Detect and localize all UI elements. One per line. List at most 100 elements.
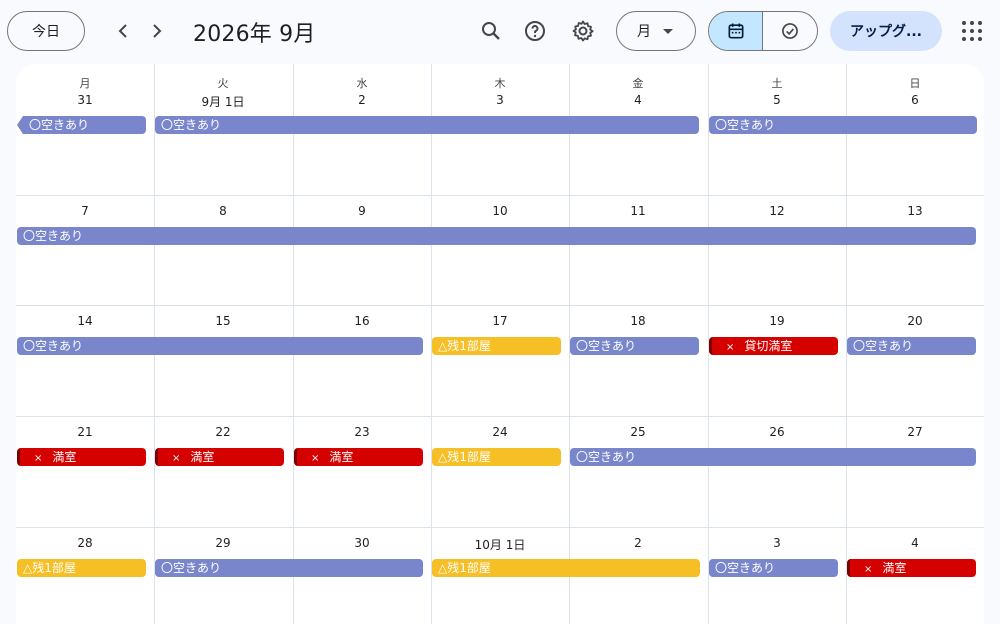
view-select-label: 月 (637, 24, 651, 40)
grid-row-divider (16, 416, 984, 417)
day-number[interactable]: 10月 1日 (431, 536, 569, 553)
full-mark-icon: × (864, 564, 873, 575)
event-chip-avail[interactable]: 〇空きあり (570, 448, 976, 466)
day-number[interactable]: 3 (431, 93, 569, 107)
day-number[interactable]: 23 (293, 425, 431, 439)
grid-row-divider (16, 195, 984, 196)
day-number[interactable]: 10 (431, 204, 569, 218)
calendar-icon (728, 23, 743, 39)
day-number[interactable]: 12 (708, 204, 846, 218)
event-label: 〇空きあり (161, 561, 222, 575)
day-number[interactable]: 25 (569, 425, 707, 439)
event-chip-full[interactable]: × 満室 (155, 448, 284, 466)
weekday-header: 土 (771, 77, 783, 90)
view-select[interactable]: 月 (616, 11, 696, 51)
day-number[interactable]: 5 (708, 93, 846, 107)
event-chip-avail[interactable]: 〇空きあり (570, 337, 699, 355)
day-number[interactable]: 11 (569, 204, 707, 218)
weekday-header: 金 (632, 77, 644, 90)
day-number[interactable]: 14 (16, 314, 154, 328)
month-grid: 月火水木金土日 31 9月 1日 2 3 4 5 6 7 8 9 10 11 12 13 14 15 16 17 18… (16, 64, 984, 624)
chevron-right-icon[interactable] (145, 19, 169, 43)
day-number[interactable]: 3 (708, 536, 846, 550)
day-number[interactable]: 2 (293, 93, 431, 107)
day-number[interactable]: 4 (569, 93, 707, 107)
day-number[interactable]: 2 (569, 536, 707, 550)
chevron-left-icon[interactable] (111, 19, 135, 43)
top-toolbar: 今日 2026年 9月 月 アップグ... (0, 0, 1000, 64)
apps-grid-icon[interactable] (961, 20, 983, 42)
today-button[interactable]: 今日 (7, 11, 85, 51)
event-label: 〇空きあり (715, 561, 776, 575)
weekday-header: 月 (79, 77, 91, 90)
event-chip-few[interactable]: △残1部屋 (17, 559, 146, 577)
event-label: △残1部屋 (438, 450, 491, 464)
day-number[interactable]: 19 (708, 314, 846, 328)
day-number[interactable]: 27 (846, 425, 984, 439)
day-number[interactable]: 4 (846, 536, 984, 550)
day-number[interactable]: 9 (293, 204, 431, 218)
weekday-header: 水 (356, 77, 368, 90)
day-number[interactable]: 9月 1日 (154, 93, 292, 110)
page-title: 2026年 9月 (193, 22, 316, 47)
search-icon[interactable] (479, 19, 503, 43)
day-number[interactable]: 8 (154, 204, 292, 218)
tasks-view-button[interactable] (763, 12, 817, 50)
day-number[interactable]: 18 (569, 314, 707, 328)
full-mark-icon: × (726, 342, 735, 353)
day-number[interactable]: 24 (431, 425, 569, 439)
event-chip-full[interactable]: × 満室 (847, 559, 976, 577)
event-label: 満室 (882, 561, 907, 575)
day-number[interactable]: 6 (846, 93, 984, 107)
event-chip-full[interactable]: × 満室 (17, 448, 146, 466)
weekday-header: 日 (909, 77, 921, 90)
gear-icon[interactable] (571, 19, 595, 43)
event-label: △残1部屋 (23, 561, 76, 575)
event-chip-full[interactable]: × 貸切満室 (709, 337, 838, 355)
caret-down-icon (663, 29, 673, 34)
event-label: 〇空きあり (161, 118, 222, 132)
full-mark-icon: × (34, 453, 43, 464)
event-chip-few[interactable]: △残1部屋 (432, 559, 700, 577)
view-mode-toggle (708, 11, 818, 51)
event-chip-avail[interactable]: 〇空きあり (155, 116, 699, 134)
help-icon[interactable] (523, 19, 547, 43)
event-label: 〇空きあり (715, 118, 776, 132)
event-chip-avail[interactable]: 〇空きあり (17, 337, 423, 355)
task-check-icon (782, 23, 798, 39)
day-number[interactable]: 26 (708, 425, 846, 439)
calendar-view-button[interactable] (709, 12, 764, 50)
day-number[interactable]: 28 (16, 536, 154, 550)
grid-row-divider (16, 527, 984, 528)
event-chip-avail[interactable]: 〇空きあり (155, 559, 423, 577)
event-chip-few[interactable]: △残1部屋 (432, 448, 561, 466)
day-number[interactable]: 17 (431, 314, 569, 328)
event-label: 満室 (52, 450, 77, 464)
day-number[interactable]: 15 (154, 314, 292, 328)
day-number[interactable]: 16 (293, 314, 431, 328)
event-label: 貸切満室 (744, 339, 793, 353)
upgrade-button[interactable]: アップグ... (830, 11, 942, 51)
day-number[interactable]: 30 (293, 536, 431, 550)
event-chip-avail[interactable]: 〇空きあり (17, 227, 976, 245)
day-number[interactable]: 22 (154, 425, 292, 439)
event-label: △残1部屋 (438, 339, 491, 353)
event-chip-avail[interactable]: 〇空きあり (23, 116, 146, 134)
event-label: 満室 (329, 450, 354, 464)
event-chip-avail[interactable]: 〇空きあり (847, 337, 976, 355)
day-number[interactable]: 7 (16, 204, 154, 218)
event-chip-few[interactable]: △残1部屋 (432, 337, 561, 355)
event-label: △残1部屋 (438, 561, 491, 575)
event-chip-avail[interactable]: 〇空きあり (709, 116, 977, 134)
day-number[interactable]: 29 (154, 536, 292, 550)
day-number[interactable]: 20 (846, 314, 984, 328)
day-number[interactable]: 13 (846, 204, 984, 218)
day-number[interactable]: 31 (16, 93, 154, 107)
event-label: 〇空きあり (29, 118, 90, 132)
day-number[interactable]: 21 (16, 425, 154, 439)
event-chip-avail[interactable]: 〇空きあり (709, 559, 838, 577)
full-mark-icon: × (172, 453, 181, 464)
event-chip-full[interactable]: × 満室 (294, 448, 423, 466)
event-label: 〇空きあり (576, 339, 637, 353)
weekday-header: 木 (494, 77, 506, 90)
